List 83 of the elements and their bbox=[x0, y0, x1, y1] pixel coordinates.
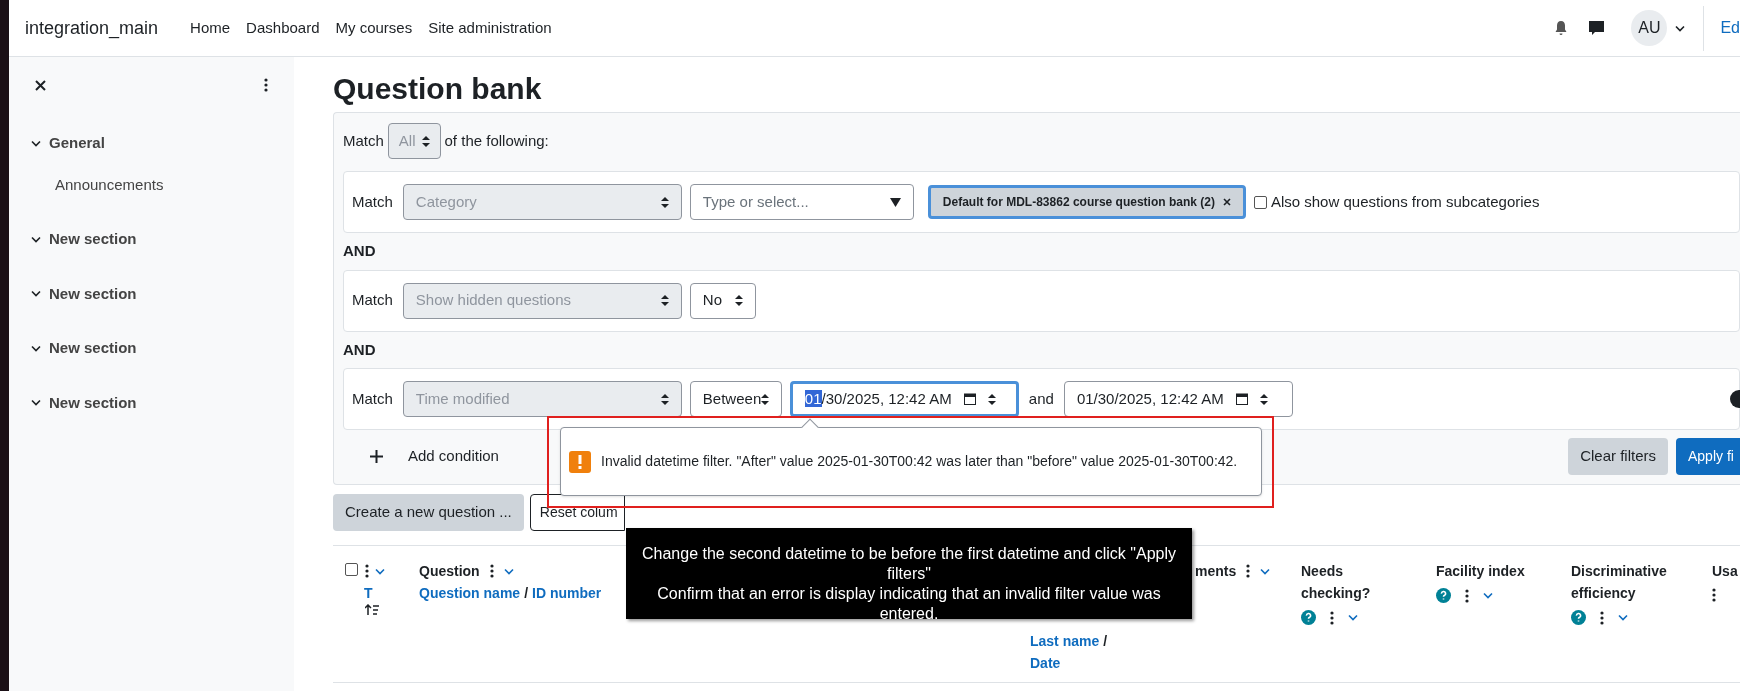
column-header: Usa bbox=[1712, 563, 1738, 579]
checkbox[interactable] bbox=[1253, 195, 1267, 209]
clear-filters-button[interactable]: Clear filters bbox=[1568, 437, 1668, 475]
add-condition-link[interactable]: Add condition bbox=[408, 444, 499, 468]
type-or-select-field[interactable]: Type or select... bbox=[689, 184, 914, 220]
calendar-icon[interactable] bbox=[963, 393, 976, 405]
match-label: Match bbox=[343, 130, 384, 151]
apply-filters-button[interactable]: Apply fi bbox=[1676, 437, 1740, 475]
user-avatar[interactable]: AU bbox=[1631, 10, 1668, 46]
kebab-menu-icon[interactable] bbox=[1330, 610, 1334, 625]
sort-link[interactable]: ID number bbox=[532, 582, 602, 604]
select-field[interactable]: Between bbox=[689, 381, 782, 417]
nav-link[interactable]: Site administration bbox=[428, 16, 552, 40]
plus-icon[interactable] bbox=[370, 449, 383, 463]
separator-slash: / bbox=[1103, 632, 1108, 651]
bell-icon[interactable] bbox=[1554, 20, 1569, 36]
chevron-down-icon[interactable] bbox=[31, 399, 41, 407]
calendar-icon[interactable] bbox=[1235, 393, 1248, 405]
category-chip[interactable]: Default for MDL-83862 course question bank (2) bbox=[927, 185, 1246, 219]
error-message: Invalid datetime filter. "After" value 2025-01-30T00:42 was later than "before" value 2025-01-30T00:42. bbox=[601, 452, 1238, 471]
section-title[interactable]: New section bbox=[49, 391, 137, 414]
sort-arrows-icon bbox=[761, 393, 770, 405]
chevron-down-icon[interactable] bbox=[31, 344, 41, 352]
sort-arrows-icon bbox=[421, 135, 430, 147]
match-label: Match bbox=[352, 388, 393, 409]
match-suffix: of the following: bbox=[444, 130, 549, 151]
chevron-down-icon[interactable] bbox=[31, 139, 41, 147]
chat-bubble-icon[interactable] bbox=[1588, 19, 1606, 37]
chevron-down-icon[interactable] bbox=[31, 290, 41, 298]
close-icon[interactable] bbox=[35, 79, 46, 91]
and-label: AND bbox=[343, 339, 377, 360]
column-header: Question bbox=[419, 562, 480, 581]
nav-link[interactable]: My courses bbox=[335, 16, 413, 40]
nav-link[interactable]: Home bbox=[190, 16, 231, 40]
sidebar-item[interactable]: Announcements bbox=[55, 173, 268, 196]
column-header: Discriminative efficiency bbox=[1571, 562, 1668, 603]
section-title[interactable]: General bbox=[49, 132, 105, 155]
section-title[interactable]: New section bbox=[49, 228, 137, 251]
tooltip-text: Confirm that an error is display indicating that an invalid filter value was entered. bbox=[656, 584, 1162, 624]
datetime-field[interactable]: 01/30/2025, 12:42 AM bbox=[1063, 381, 1293, 417]
kebab-menu-icon[interactable] bbox=[264, 78, 268, 92]
sort-link[interactable]: Last name bbox=[1030, 630, 1100, 652]
site-name[interactable]: integration_main bbox=[25, 14, 159, 42]
sort-arrows-icon bbox=[660, 196, 669, 208]
column-header: Facility index bbox=[1436, 562, 1526, 581]
kebab-menu-icon[interactable] bbox=[365, 564, 369, 578]
page-title: Question bank bbox=[333, 71, 543, 107]
and-label: and bbox=[1028, 388, 1054, 409]
sort-arrows-icon bbox=[987, 393, 996, 405]
column-sort-link[interactable]: T bbox=[364, 582, 373, 604]
dropdown-triangle-icon[interactable] bbox=[889, 197, 901, 207]
nav-link[interactable]: Dashboard bbox=[246, 16, 320, 40]
tooltip-text: Change the second datetime to be before the first datetime and click "Apply filters" bbox=[641, 544, 1177, 584]
sort-arrows-icon bbox=[1259, 393, 1268, 405]
sort-ascending-icon[interactable] bbox=[365, 604, 379, 616]
chevron-down-icon[interactable] bbox=[31, 235, 41, 243]
sort-link[interactable]: Date bbox=[1030, 652, 1061, 674]
sort-arrows-icon bbox=[660, 393, 669, 405]
kebab-menu-icon[interactable] bbox=[1712, 588, 1716, 602]
kebab-menu-icon[interactable] bbox=[489, 564, 494, 578]
separator-slash: / bbox=[524, 584, 529, 603]
reset-columns-button[interactable]: Reset colum bbox=[529, 494, 625, 531]
sort-link[interactable]: Question name bbox=[419, 582, 521, 604]
warning-icon bbox=[569, 450, 591, 473]
select-field[interactable]: No bbox=[689, 282, 756, 319]
section-title[interactable]: New section bbox=[49, 337, 137, 360]
and-label: AND bbox=[343, 241, 377, 261]
checkbox-label[interactable]: Also show questions from subcategories bbox=[1270, 190, 1540, 214]
edit-link[interactable]: Ed bbox=[1720, 16, 1740, 40]
create-question-button[interactable]: Create a new question ... bbox=[333, 494, 524, 531]
match-label: Match bbox=[352, 191, 393, 212]
column-header: Needs checking? bbox=[1301, 562, 1372, 603]
section-title[interactable]: New section bbox=[49, 282, 137, 305]
remove-icon[interactable] bbox=[1222, 198, 1231, 206]
select-all-checkbox[interactable] bbox=[345, 563, 358, 576]
sort-arrows-icon bbox=[734, 295, 743, 306]
sort-arrows-icon bbox=[660, 295, 669, 306]
kebab-menu-icon[interactable] bbox=[1465, 588, 1469, 603]
column-header: ments bbox=[1195, 562, 1237, 581]
kebab-menu-icon[interactable] bbox=[1246, 564, 1251, 578]
kebab-menu-icon[interactable] bbox=[1600, 610, 1604, 625]
match-label: Match bbox=[352, 290, 393, 311]
caret-down-icon[interactable] bbox=[1675, 24, 1686, 32]
